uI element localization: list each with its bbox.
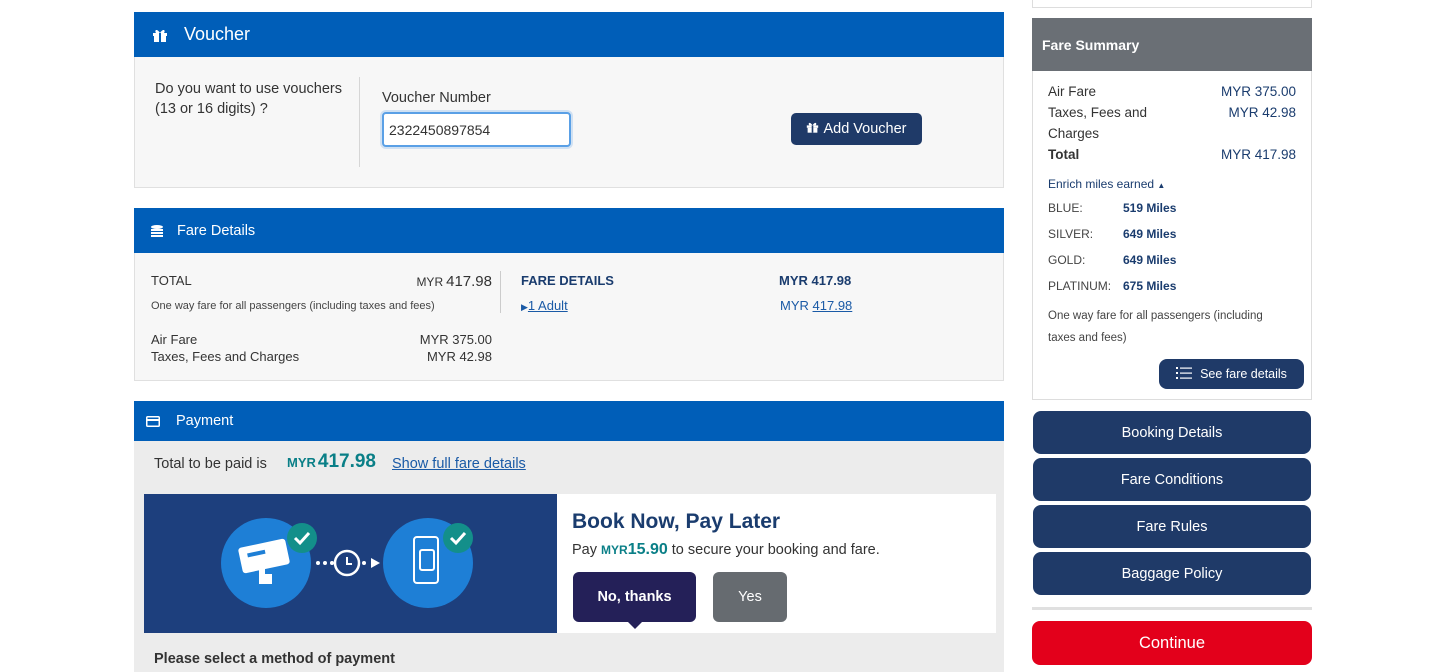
summary-taxes-label-line1: Taxes, Fees and <box>1048 105 1148 120</box>
booking-details-button[interactable]: Booking Details <box>1033 411 1311 454</box>
summary-air-fare-label: Air Fare <box>1048 84 1097 99</box>
divider <box>1032 607 1312 610</box>
tier-miles: 649 Miles <box>1123 253 1177 267</box>
yes-button[interactable]: Yes <box>713 572 787 622</box>
pay-label: Pay <box>572 542 597 558</box>
amount-value: 417.98 <box>317 451 377 472</box>
currency-label: MYR <box>287 455 316 470</box>
voucher-number-input[interactable] <box>382 112 571 147</box>
currency-label: MYR <box>416 275 444 289</box>
taxes-label: Taxes, Fees and Charges <box>151 349 300 364</box>
list-icon <box>1176 366 1193 382</box>
adult-toggle-link[interactable]: ▶1 Adult <box>521 298 568 313</box>
payment-panel-header: Payment <box>134 401 1004 441</box>
summary-total-label: Total <box>1048 147 1080 162</box>
voucher-number-label: Voucher Number <box>382 90 491 106</box>
fare-summary-body: Air Fare MYR 375.00 Taxes, Fees and MYR … <box>1032 71 1312 400</box>
summary-one-way-note: One way fare for all passengers (includi… <box>1048 310 1263 344</box>
fare-total-amount: MYR 417.98 <box>410 273 492 290</box>
see-fare-details-label: See fare details <box>1200 367 1287 381</box>
fare-summary-header: Fare Summary <box>1032 18 1312 71</box>
caret-up-icon: ▲ <box>1157 181 1166 190</box>
fare-details-breakdown-label: FARE DETAILS <box>521 273 614 288</box>
total-to-pay-amount: MYR 417.98 <box>287 451 376 473</box>
deposit-amount: 15.90 <box>627 541 668 558</box>
taxes-value: MYR 42.98 <box>426 349 492 364</box>
air-fare-label: Air Fare <box>151 332 198 347</box>
summary-taxes-value: MYR 42.98 <box>1228 105 1296 120</box>
enrich-miles-toggle[interactable]: Enrich miles earned ▲ <box>1048 177 1165 191</box>
voucher-panel-header: Voucher <box>134 12 1004 57</box>
show-full-fare-details-link[interactable]: Show full fare details <box>392 456 526 472</box>
tier-miles: 675 Miles <box>1123 279 1177 293</box>
continue-button[interactable]: Continue <box>1032 621 1312 665</box>
adult-link-label: 1 Adult <box>527 298 568 313</box>
summary-air-fare-value: MYR 375.00 <box>1220 84 1296 99</box>
one-way-note: One way fare for all passengers (includi… <box>151 300 435 312</box>
voucher-title: Voucher <box>184 24 251 44</box>
fare-details-title: Fare Details <box>177 222 256 239</box>
pay-suffix: to secure your booking and fare. <box>671 542 880 558</box>
summary-total-value: MYR 417.98 <box>1220 147 1296 162</box>
voucher-panel-body: Do you want to use vouchers (13 or 16 di… <box>134 57 1004 188</box>
book-now-pay-later-subtitle: Pay MYR15.90 to secure your booking and … <box>572 541 880 559</box>
add-voucher-label: Add Voucher <box>823 121 907 137</box>
tier-label: BLUE: <box>1048 201 1083 215</box>
gift-icon <box>152 28 168 42</box>
payment-title: Payment <box>176 413 234 429</box>
payment-panel-body: Total to be paid is MYR 417.98 Show full … <box>134 441 1004 672</box>
add-voucher-button[interactable]: Add Voucher <box>791 113 922 145</box>
credit-card-icon <box>146 415 160 427</box>
tier-label: PLATINUM: <box>1048 279 1112 293</box>
enrich-miles-heading: Enrich miles earned <box>1048 177 1155 191</box>
fare-rules-button[interactable]: Fare Rules <box>1033 505 1311 548</box>
tier-miles: 519 Miles <box>1123 201 1177 215</box>
divider <box>359 77 360 167</box>
fare-total-label: TOTAL <box>151 273 192 288</box>
caret-right-icon: ▶ <box>521 302 528 312</box>
fare-details-panel-header: Fare Details <box>134 208 1004 253</box>
air-fare-value: MYR 375.00 <box>419 332 492 347</box>
fare-details-panel-body: TOTAL MYR 417.98 One way fare for all pas… <box>134 253 1004 381</box>
book-now-pay-later-card: Book Now, Pay Later Pay MYR15.90 to secu… <box>144 494 996 633</box>
adult-amount-link: 417.98 <box>812 298 853 313</box>
fare-conditions-button[interactable]: Fare Conditions <box>1033 458 1311 501</box>
fare-details-breakdown-amount: MYR 417.98 <box>779 273 852 288</box>
voucher-question: Do you want to use vouchers (13 or 16 di… <box>155 81 342 117</box>
divider <box>500 271 501 313</box>
previous-panel-edge <box>1032 0 1312 8</box>
total-to-pay-label: Total to be paid is <box>154 456 267 472</box>
see-fare-details-button[interactable]: See fare details <box>1159 359 1304 389</box>
currency-label: MYR <box>601 543 628 557</box>
book-now-pay-later-illustration <box>144 494 557 633</box>
tier-miles: 649 Miles <box>1123 227 1177 241</box>
book-now-pay-later-title: Book Now, Pay Later <box>572 510 781 533</box>
select-payment-method-heading: Please select a method of payment <box>154 651 395 667</box>
adult-amount[interactable]: MYR 417.98 <box>780 298 852 313</box>
coins-icon <box>150 224 164 238</box>
tier-label: SILVER: <box>1048 227 1094 241</box>
gift-icon <box>806 121 819 137</box>
currency-label: MYR <box>780 298 809 313</box>
no-thanks-button[interactable]: No, thanks <box>573 572 696 629</box>
baggage-policy-button[interactable]: Baggage Policy <box>1033 552 1311 595</box>
tier-label: GOLD: <box>1048 253 1086 267</box>
amount-value: 417.98 <box>446 273 492 290</box>
summary-taxes-label-line2: Charges <box>1048 126 1100 141</box>
